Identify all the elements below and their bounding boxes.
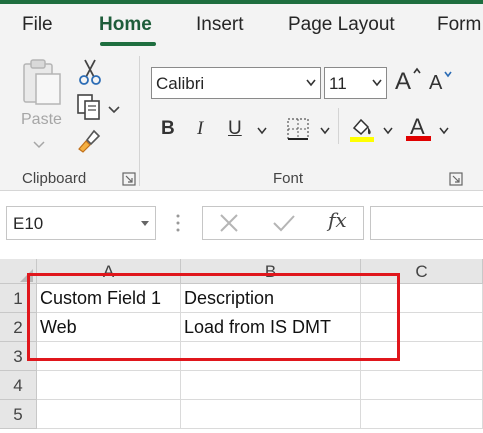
paste-label[interactable]: Paste bbox=[21, 111, 62, 129]
cell-a2[interactable]: Web bbox=[37, 313, 181, 342]
font-name-value: Calibri bbox=[156, 74, 205, 93]
copy-icon[interactable] bbox=[76, 93, 104, 126]
clipboard-launcher-icon[interactable] bbox=[122, 172, 136, 186]
name-box-dropdown-icon[interactable] bbox=[141, 221, 149, 227]
format-painter-icon[interactable] bbox=[76, 127, 102, 158]
font-group-divider bbox=[338, 108, 339, 144]
svg-text:A: A bbox=[410, 114, 425, 139]
copy-dropdown-chevron-icon[interactable] bbox=[108, 101, 120, 119]
cell-b2[interactable]: Load from IS DMT bbox=[181, 313, 361, 342]
font-name-dropdown-icon[interactable] bbox=[306, 79, 316, 87]
name-box-value: E10 bbox=[13, 214, 44, 233]
column-header-b[interactable]: B bbox=[181, 259, 361, 284]
cell-a4[interactable] bbox=[37, 371, 181, 400]
insert-function-button[interactable]: fx bbox=[328, 208, 347, 232]
group-divider bbox=[139, 56, 140, 186]
name-box[interactable]: E10 bbox=[6, 206, 156, 240]
row-header-4[interactable]: 4 bbox=[0, 371, 37, 400]
paste-icon[interactable] bbox=[20, 58, 64, 113]
cell-b5[interactable] bbox=[181, 400, 361, 429]
ribbon-tabs: File Home Insert Page Layout Form bbox=[0, 4, 483, 48]
tab-page-layout[interactable]: Page Layout bbox=[288, 14, 395, 36]
cell-b1[interactable]: Description bbox=[181, 284, 361, 313]
scissors-icon[interactable] bbox=[78, 58, 102, 91]
cell-c2[interactable] bbox=[361, 313, 483, 342]
row-header-3[interactable]: 3 bbox=[0, 342, 37, 371]
paste-dropdown-chevron-icon[interactable] bbox=[33, 136, 45, 154]
borders-icon[interactable] bbox=[286, 117, 310, 146]
svg-text:A: A bbox=[395, 68, 411, 92]
column-header-c[interactable]: C bbox=[361, 259, 483, 284]
fill-color-icon[interactable] bbox=[349, 116, 375, 149]
font-size-value: 11 bbox=[329, 74, 347, 93]
bold-button[interactable]: B bbox=[161, 118, 175, 140]
clipboard-group-label: Clipboard bbox=[22, 170, 87, 187]
underline-dropdown-icon[interactable] bbox=[257, 127, 267, 135]
font-size-select[interactable]: 11 bbox=[324, 67, 387, 99]
tab-insert[interactable]: Insert bbox=[196, 14, 244, 36]
underline-button[interactable]: U bbox=[228, 118, 242, 140]
svg-text:A: A bbox=[429, 72, 443, 93]
font-size-dropdown-icon[interactable] bbox=[372, 79, 382, 87]
cell-a3[interactable] bbox=[37, 342, 181, 371]
enter-entry-icon[interactable] bbox=[272, 212, 296, 239]
column-header-a[interactable]: A bbox=[37, 259, 181, 284]
formula-input[interactable] bbox=[370, 206, 483, 240]
cell-c4[interactable] bbox=[361, 371, 483, 400]
cell-a5[interactable] bbox=[37, 400, 181, 429]
font-name-select[interactable]: Calibri bbox=[151, 67, 321, 99]
tab-file[interactable]: File bbox=[22, 14, 53, 36]
row-header-5[interactable]: 5 bbox=[0, 400, 37, 429]
formula-bar-grip-icon[interactable] bbox=[176, 213, 180, 238]
increase-font-size-icon[interactable]: A bbox=[395, 66, 423, 98]
cell-c1[interactable] bbox=[361, 284, 483, 313]
tab-formulas[interactable]: Form bbox=[437, 14, 481, 36]
italic-button[interactable]: I bbox=[197, 118, 203, 140]
decrease-font-size-icon[interactable]: A bbox=[429, 69, 455, 99]
row-header-2[interactable]: 2 bbox=[0, 313, 37, 342]
cell-c3[interactable] bbox=[361, 342, 483, 371]
cell-a1[interactable]: Custom Field 1 bbox=[37, 284, 181, 313]
borders-dropdown-icon[interactable] bbox=[320, 127, 330, 135]
active-tab-indicator bbox=[100, 42, 156, 46]
font-color-dropdown-icon[interactable] bbox=[439, 127, 449, 135]
cell-c5[interactable] bbox=[361, 400, 483, 429]
fill-color-dropdown-icon[interactable] bbox=[383, 127, 393, 135]
select-all-triangle-icon bbox=[20, 269, 33, 282]
font-group-label: Font bbox=[273, 170, 304, 187]
font-launcher-icon[interactable] bbox=[449, 172, 463, 186]
cancel-entry-icon[interactable] bbox=[218, 212, 240, 239]
tab-home[interactable]: Home bbox=[99, 14, 152, 36]
row-header-1[interactable]: 1 bbox=[0, 284, 37, 313]
cell-b3[interactable] bbox=[181, 342, 361, 371]
cell-b4[interactable] bbox=[181, 371, 361, 400]
font-color-icon[interactable]: A bbox=[406, 114, 432, 149]
